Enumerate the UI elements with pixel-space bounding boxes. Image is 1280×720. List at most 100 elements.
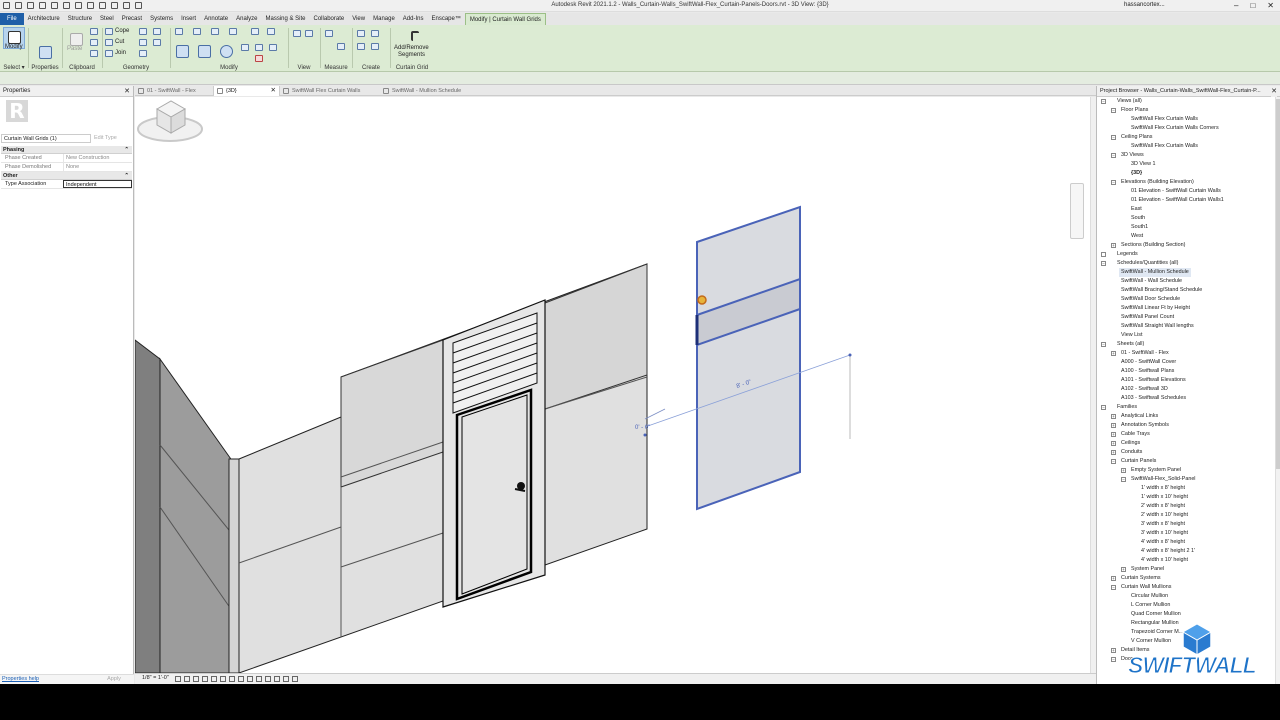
close-hidden-icon[interactable] — [135, 2, 142, 9]
match-icon[interactable] — [90, 50, 98, 57]
tab-systems[interactable]: Systems — [146, 13, 177, 25]
apply-button[interactable]: Apply — [98, 676, 130, 683]
browser-item[interactable]: 2' width x 8' height — [1097, 502, 1275, 511]
crop-view-icon[interactable] — [220, 676, 226, 682]
tab-enscape[interactable]: Enscape™ — [427, 13, 464, 25]
property-value[interactable]: New Construction — [63, 154, 132, 162]
close-icon[interactable]: ✕ — [124, 86, 130, 97]
expand-icon[interactable]: + — [1111, 432, 1116, 437]
edit-type-button[interactable]: Edit Type — [94, 134, 132, 143]
copy-button[interactable] — [193, 41, 215, 63]
view-tab[interactable]: SwiftWall Flex Curtain Walls — [280, 86, 380, 96]
mirror-draw-icon[interactable] — [229, 28, 237, 35]
cut-icon[interactable] — [105, 39, 113, 46]
expand-icon[interactable]: + — [1111, 414, 1116, 419]
cut-label[interactable]: Cut — [115, 39, 124, 45]
3d-view-canvas[interactable]: 0' - 0" 8' - 0" — [135, 97, 1090, 673]
cut-clip-icon[interactable] — [90, 28, 98, 35]
maximize-icon[interactable]: □ — [1250, 1, 1255, 10]
collapse-icon[interactable]: − — [1111, 108, 1116, 113]
split-icon[interactable] — [251, 28, 259, 35]
browser-item[interactable]: + Empty System Panel — [1097, 466, 1275, 475]
wall-join-icon[interactable] — [139, 50, 147, 57]
browser-item[interactable]: + Curtain Systems — [1097, 574, 1275, 583]
minimize-icon[interactable]: – — [1234, 1, 1238, 10]
open-icon[interactable] — [3, 2, 10, 9]
split-face-icon[interactable] — [139, 28, 147, 35]
create-assembly-icon[interactable] — [357, 30, 365, 37]
section-icon[interactable] — [111, 2, 118, 9]
browser-item[interactable]: SwiftWall Flex Curtain Walls — [1097, 142, 1275, 151]
browser-item[interactable]: SwiftWall Door Schedule — [1097, 295, 1275, 304]
browser-item[interactable]: − SwiftWall-Flex_Solid-Panel — [1097, 475, 1275, 484]
browser-item[interactable]: −3D Views — [1097, 151, 1275, 160]
view-tab[interactable]: 01 - SwiftWall - Flex — [135, 86, 213, 96]
browser-item[interactable]: {3D} — [1097, 169, 1275, 178]
properties-button[interactable] — [34, 42, 56, 64]
cope-icon[interactable] — [105, 28, 113, 35]
dimension-grip[interactable] — [848, 353, 852, 357]
browser-item[interactable]: SwiftWall - Mullion Schedule — [1097, 268, 1275, 277]
browser-item[interactable]: View List — [1097, 331, 1275, 340]
browser-item[interactable]: + Analytical Links — [1097, 412, 1275, 421]
text-icon[interactable] — [87, 2, 94, 9]
browser-item[interactable]: Quad Corner Mullion — [1097, 610, 1275, 619]
rotate-button[interactable] — [215, 41, 237, 63]
dimension-grip[interactable] — [643, 433, 647, 437]
collapse-icon[interactable]: − — [1101, 261, 1106, 266]
collapse-icon[interactable]: ⌃ — [124, 146, 129, 154]
collapse-icon[interactable]: ⌃ — [124, 172, 129, 180]
expand-icon[interactable]: + — [1121, 468, 1126, 473]
browser-item[interactable]: 01 Elevation - SwiftWall Curtain Walls — [1097, 187, 1275, 196]
expand-icon[interactable]: + — [1111, 351, 1116, 356]
thin-lines-icon[interactable] — [123, 2, 130, 9]
browser-item[interactable]: 01 Elevation - SwiftWall Curtain Walls1 — [1097, 196, 1275, 205]
ruler-icon[interactable] — [325, 30, 333, 37]
browser-item[interactable]: Circular Mullion — [1097, 592, 1275, 601]
property-section-phasing[interactable]: Phasing ⌃ — [1, 146, 132, 154]
browser-item[interactable]: SwiftWall Flex Curtain Walls Corners — [1097, 124, 1275, 133]
browser-item[interactable]: + Cable Trays — [1097, 430, 1275, 439]
sun-path-icon[interactable] — [193, 676, 199, 682]
tab-structure[interactable]: Structure — [64, 13, 96, 25]
tab-modify-curtain-wall-grids[interactable]: Modify | Curtain Wall Grids — [464, 13, 546, 25]
tab-massing-site[interactable]: Massing & Site — [261, 13, 309, 25]
lock-view-icon[interactable] — [238, 676, 244, 682]
properties-help-link[interactable]: Properties help — [2, 676, 39, 682]
create-parts-icon[interactable] — [371, 30, 379, 37]
browser-item[interactable]: 4' width x 10' height — [1097, 556, 1275, 565]
browser-item[interactable]: − Ceiling Plans — [1097, 133, 1275, 142]
cope-label[interactable]: Cope — [115, 28, 129, 34]
browser-item[interactable]: − Curtain Panels — [1097, 457, 1275, 466]
type-association-field[interactable]: Independent — [63, 180, 132, 188]
collapse-icon[interactable]: − — [1111, 459, 1116, 464]
join-label[interactable]: Join — [115, 50, 126, 56]
browser-item[interactable]: A102 - Swiftwall 3D — [1097, 385, 1275, 394]
align-icon[interactable] — [175, 28, 183, 35]
browser-item[interactable]: West — [1097, 232, 1275, 241]
render-icon[interactable] — [211, 676, 217, 682]
browser-item[interactable]: − Schedules/Quantities (all) — [1097, 259, 1275, 268]
browser-item[interactable]: + Conduits — [1097, 448, 1275, 457]
browser-item[interactable]: +01 - SwiftWall - Flex — [1097, 349, 1275, 358]
remove-paint-icon[interactable] — [153, 39, 161, 46]
view-tab[interactable]: {3D} ✕ — [213, 86, 280, 96]
browser-item[interactable]: SwiftWall Straight Wall lengths — [1097, 322, 1275, 331]
add-remove-segments-button[interactable] — [401, 25, 423, 47]
expand-icon[interactable]: + — [1121, 567, 1126, 572]
scale-icon[interactable] — [269, 44, 277, 51]
detail-level-icon[interactable] — [175, 676, 181, 682]
browser-scrollbar[interactable] — [1275, 97, 1280, 684]
tab-analyze[interactable]: Analyze — [232, 13, 261, 25]
join-icon[interactable] — [105, 50, 113, 57]
browser-item[interactable]: − Sheets (all) — [1097, 340, 1275, 349]
dimension-left-text[interactable]: 0' - 0" — [635, 425, 650, 431]
browser-item[interactable]: A103 - Swiftwall Schedules — [1097, 394, 1275, 403]
browser-item[interactable]: South1 — [1097, 223, 1275, 232]
browser-item[interactable]: − Curtain Wall Mullions — [1097, 583, 1275, 592]
browser-item[interactable]: SwiftWall Panel Count — [1097, 313, 1275, 322]
sync-icon[interactable] — [27, 2, 34, 9]
browser-item[interactable]: − Elevations (Building Elevation) — [1097, 178, 1275, 187]
collapse-icon[interactable]: − — [1111, 180, 1116, 185]
tab-add-ins[interactable]: Add-Ins — [399, 13, 428, 25]
